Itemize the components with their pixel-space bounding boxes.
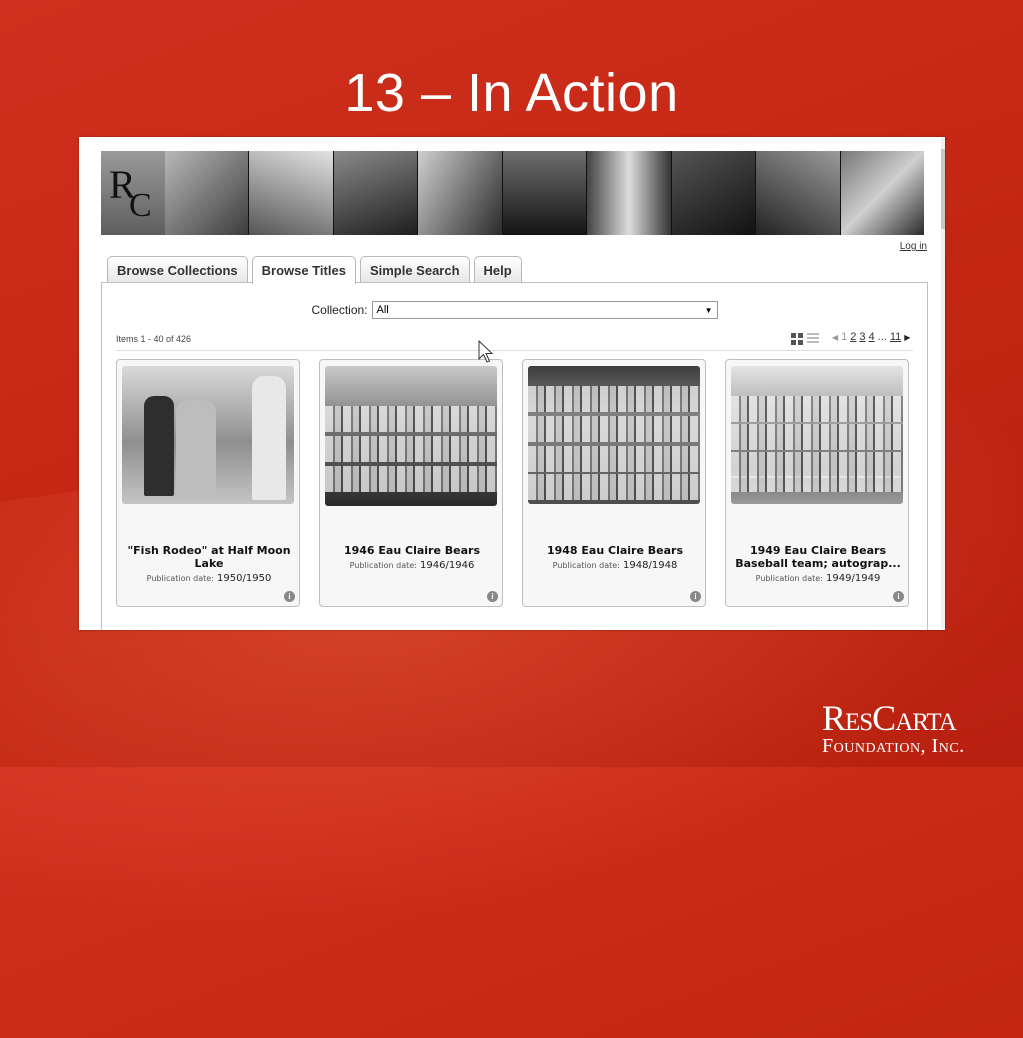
prev-page-icon[interactable]: ◀ [832, 333, 838, 342]
tab-help[interactable]: Help [473, 256, 522, 283]
card-title-block: 1946 Eau Claire Bears Publication date: … [326, 544, 498, 572]
info-icon[interactable]: i [690, 591, 701, 602]
banner-photo [502, 151, 588, 235]
collection-filter: Collection: All ▼ [102, 301, 927, 319]
card-date-value: 1950/1950 [217, 573, 272, 584]
card-date-label: Publication date: [146, 574, 214, 583]
grid-view-icon[interactable] [791, 333, 803, 345]
card-date-value: 1949/1949 [826, 573, 881, 584]
slide-title: 13 – In Action [344, 63, 679, 123]
collection-label: Collection: [311, 303, 368, 317]
collection-select[interactable]: All ▼ [371, 301, 718, 319]
items-count: Items 1 - 40 of 426 [116, 334, 192, 344]
card-title: 1946 Eau Claire Bears [343, 544, 481, 557]
card-date: Publication date: 1948/1948 [529, 559, 701, 572]
info-icon[interactable]: i [893, 591, 904, 602]
banner-photo-strip [165, 151, 924, 235]
title-card[interactable]: 1948 Eau Claire Bears Publication date: … [522, 359, 706, 607]
card-date: Publication date: 1949/1949 [732, 572, 904, 585]
logo-letter-c: C [129, 187, 152, 224]
card-title: "Fish Rodeo" at Half Moon Lake [127, 544, 291, 570]
card-thumbnail[interactable] [528, 366, 700, 504]
pagination: ◀ 1 2 3 4 ... 11 ▶ [832, 331, 910, 343]
card-title-block: 1949 Eau Claire Bears Baseball team; aut… [732, 544, 904, 585]
card-title: 1948 Eau Claire Bears [546, 544, 684, 557]
card-date-value: 1948/1948 [623, 560, 678, 571]
page-link[interactable]: 4 [869, 331, 875, 343]
mouse-pointer-icon [478, 340, 494, 363]
site-logo[interactable]: R C [101, 151, 165, 235]
page-link[interactable]: 2 [850, 331, 856, 343]
card-thumbnail[interactable] [731, 366, 903, 504]
title-card[interactable]: "Fish Rodeo" at Half Moon Lake Publicati… [116, 359, 300, 607]
banner-photo [418, 151, 503, 235]
title-card[interactable]: 1949 Eau Claire Bears Baseball team; aut… [725, 359, 909, 607]
info-icon[interactable]: i [284, 591, 295, 602]
card-thumbnail[interactable] [122, 366, 294, 504]
card-thumbnail[interactable] [325, 366, 497, 506]
nav-tabs: Browse Collections Browse Titles Simple … [107, 256, 522, 284]
page-ellipsis: ... [877, 331, 887, 343]
page-link[interactable]: 3 [859, 331, 865, 343]
page-current: 1 [841, 331, 848, 343]
login-link[interactable]: Log in [900, 241, 927, 252]
card-title: 1949 Eau Claire Bears Baseball team; aut… [735, 544, 901, 570]
card-date: Publication date: 1946/1946 [326, 559, 498, 572]
banner-photo [587, 151, 672, 235]
collection-selected-value: All [376, 304, 389, 316]
next-page-icon[interactable]: ▶ [904, 333, 910, 342]
browse-titles-panel: Collection: All ▼ Items 1 - 40 of 426 ◀ … [101, 282, 928, 630]
card-title-block: "Fish Rodeo" at Half Moon Lake Publicati… [123, 544, 295, 585]
rescarta-foundation-logo: ResCarta Foundation, Inc. [822, 700, 965, 756]
card-date-label: Publication date: [349, 561, 417, 570]
banner-photo [671, 151, 757, 235]
card-date-label: Publication date: [552, 561, 620, 570]
banner-photo [249, 151, 334, 235]
tab-browse-titles[interactable]: Browse Titles [251, 256, 356, 284]
tab-simple-search[interactable]: Simple Search [359, 256, 470, 283]
page-link-last[interactable]: 11 [890, 331, 901, 343]
list-view-icon[interactable] [807, 333, 819, 345]
banner-photo [165, 151, 250, 235]
header-banner: R C [101, 151, 924, 235]
info-icon[interactable]: i [487, 591, 498, 602]
view-toggle [791, 333, 819, 345]
banner-photo [756, 151, 841, 235]
banner-photo [333, 151, 419, 235]
tab-browse-collections[interactable]: Browse Collections [107, 256, 248, 283]
logo-wordmark: ResCarta [822, 698, 957, 738]
card-date-value: 1946/1946 [420, 560, 475, 571]
scrollbar-thumb[interactable] [941, 149, 945, 229]
logo-subtitle: Foundation, Inc. [822, 735, 965, 757]
card-title-block: 1948 Eau Claire Bears Publication date: … [529, 544, 701, 572]
card-date-label: Publication date: [755, 574, 823, 583]
app-screenshot: R C Log in Browse Collections Browse Tit… [79, 137, 945, 630]
banner-photo [840, 151, 924, 235]
chevron-down-icon: ▼ [704, 305, 713, 315]
card-date: Publication date: 1950/1950 [123, 572, 295, 585]
title-card[interactable]: 1946 Eau Claire Bears Publication date: … [319, 359, 503, 607]
divider [116, 350, 913, 351]
